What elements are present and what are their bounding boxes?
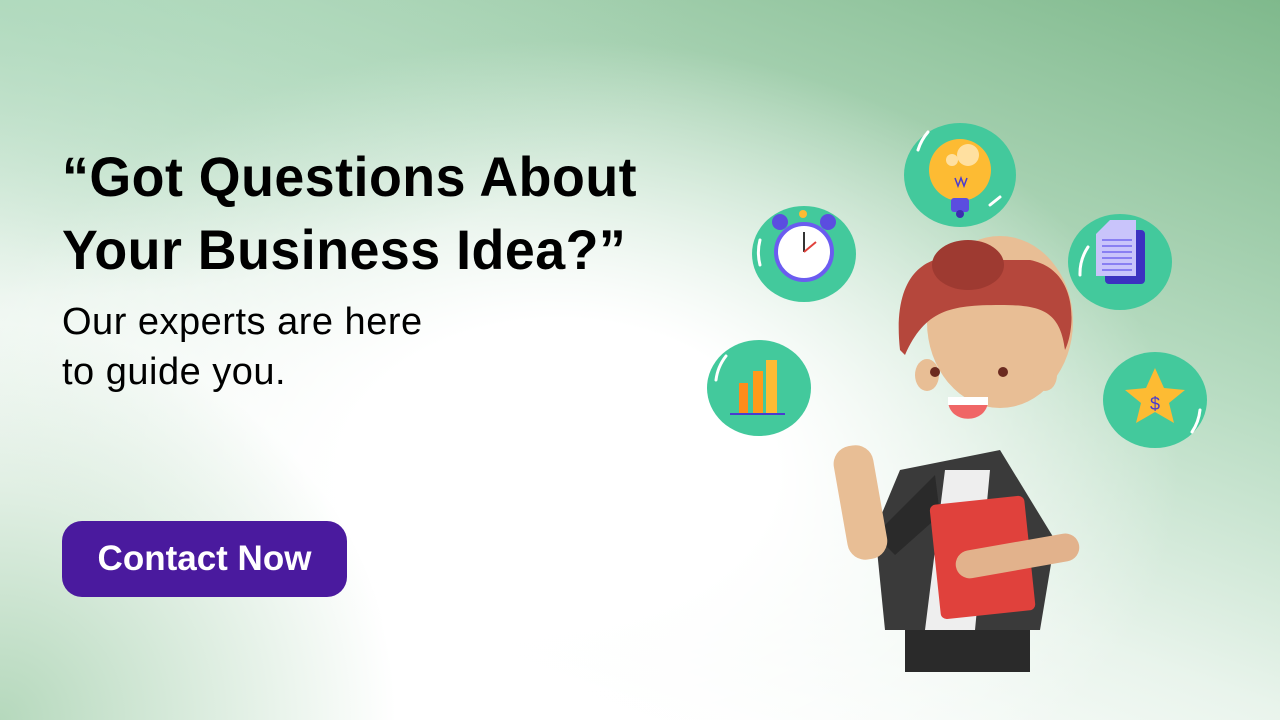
subheadline: Our experts are here to guide you. xyxy=(62,297,423,397)
bar-chart-icon xyxy=(707,340,811,436)
contact-now-button[interactable]: Contact Now xyxy=(62,521,347,597)
star-dollar-icon: $ xyxy=(1103,352,1207,448)
headline-line-1: “Got Questions About xyxy=(62,145,638,208)
subheadline-line-1: Our experts are here xyxy=(62,301,423,343)
document-icon xyxy=(1068,214,1172,310)
headline: “Got Questions About Your Business Idea?… xyxy=(62,140,637,286)
businesswoman-illustration: $ xyxy=(707,123,1207,672)
businesswoman xyxy=(833,236,1080,672)
subheadline-line-2: to guide you. xyxy=(62,351,287,393)
alarm-clock-icon xyxy=(752,206,856,302)
headline-line-2: Your Business Idea?” xyxy=(62,218,627,281)
dollar-sign: $ xyxy=(1150,394,1160,414)
lightbulb-icon xyxy=(904,123,1016,227)
